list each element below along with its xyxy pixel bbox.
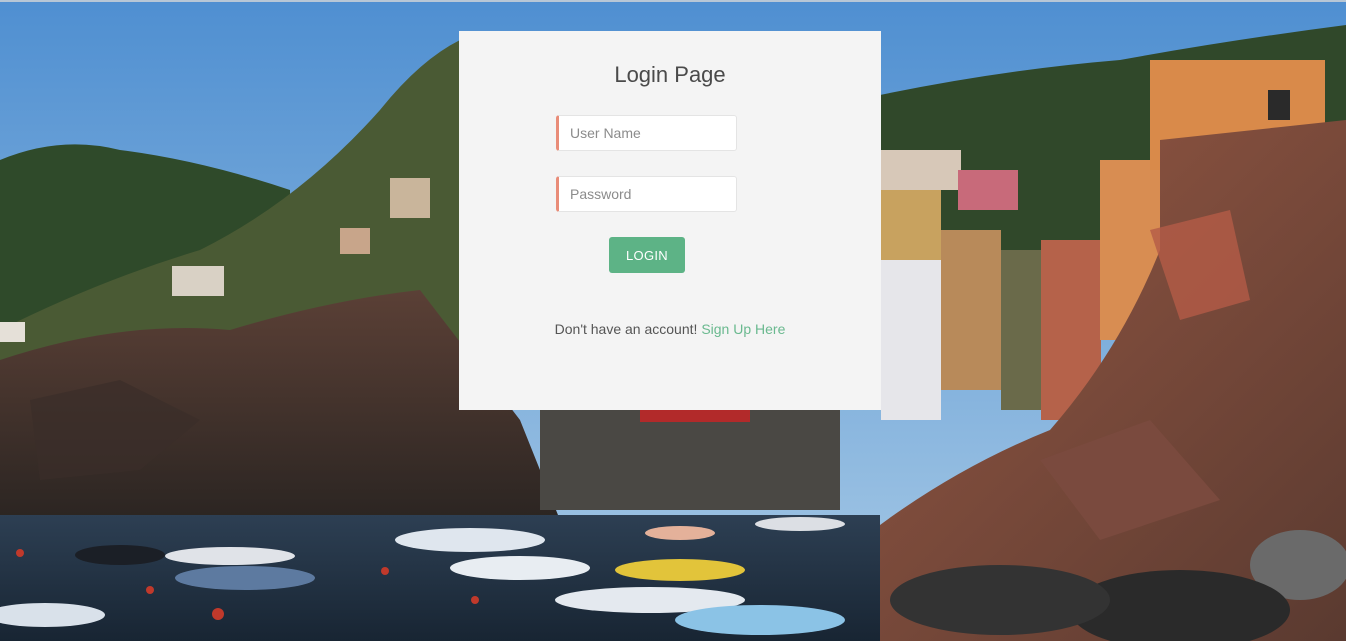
password-input[interactable] <box>556 176 737 212</box>
signup-link[interactable]: Sign Up Here <box>701 321 785 337</box>
signup-prompt: Don't have an account! Sign Up Here <box>459 321 881 337</box>
login-card: Login Page LOGIN Don't have an account! … <box>459 31 881 410</box>
signup-prompt-text: Don't have an account! <box>554 321 698 337</box>
top-edge-line <box>0 0 1346 2</box>
login-button[interactable]: LOGIN <box>609 237 685 273</box>
page-title: Login Page <box>614 62 726 87</box>
username-input[interactable] <box>556 115 737 151</box>
